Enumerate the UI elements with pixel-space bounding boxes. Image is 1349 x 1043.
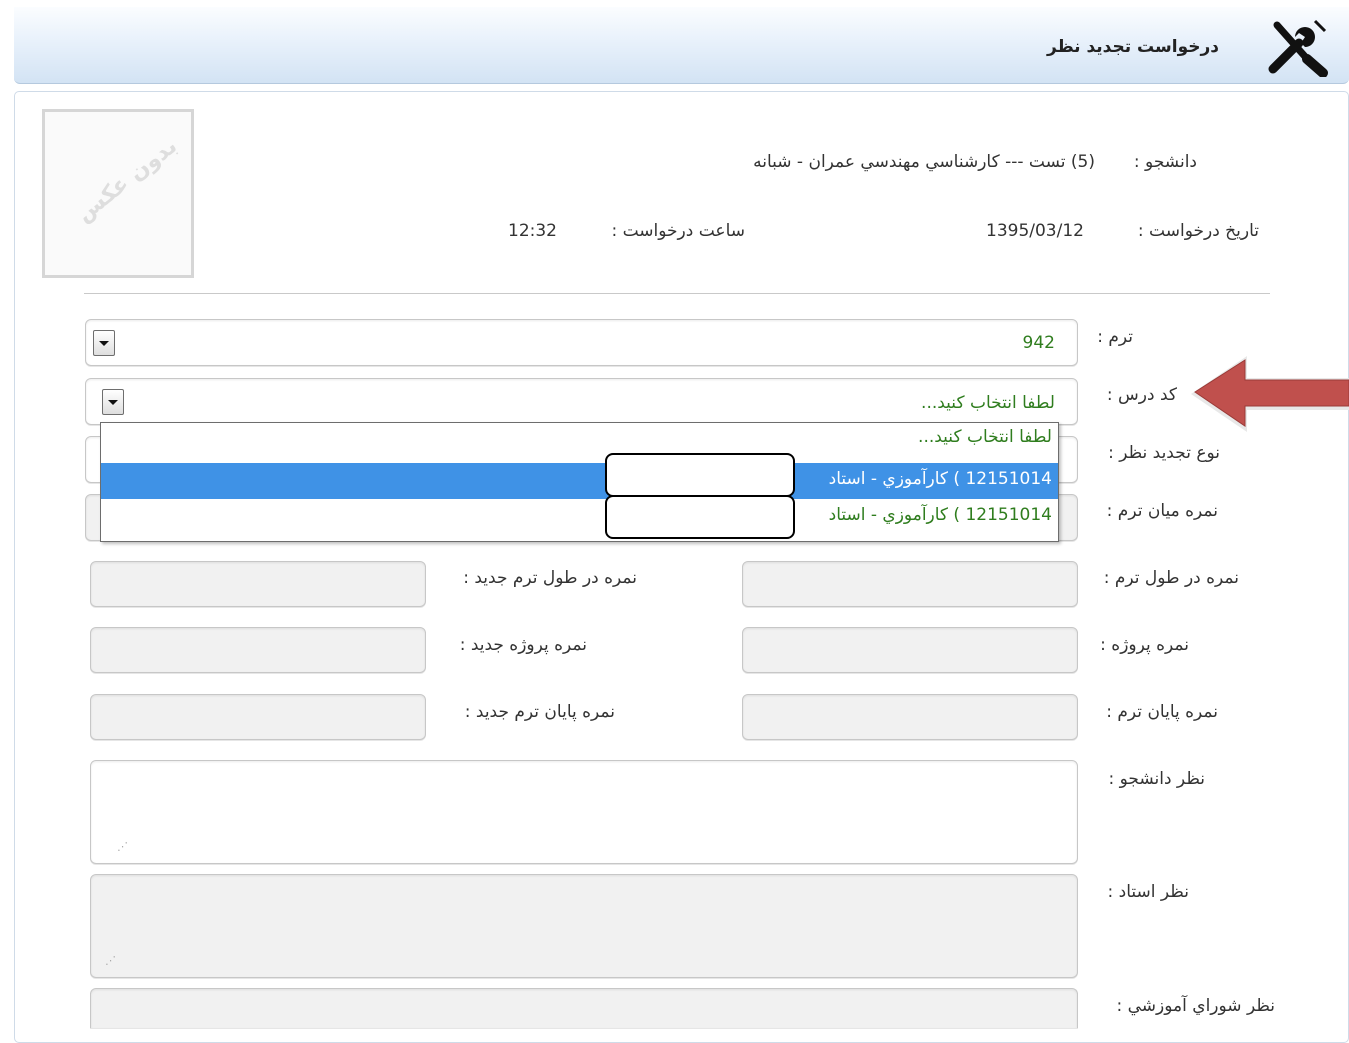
page-title: درخواست تجدید نظر [1047,37,1219,57]
review-type-label: نوع تجدید نظر : [1108,443,1220,463]
redaction-box [605,453,795,497]
midterm-grade-label: نمره میان ترم : [1106,501,1218,521]
request-time-label: ساعت درخواست : [611,221,745,241]
new-project-grade-field[interactable] [90,627,426,673]
new-during-term-grade-label: نمره در طول ترم جدید : [463,568,637,588]
new-during-term-grade-field[interactable] [90,561,426,607]
annotation-arrow-icon [1191,356,1349,432]
student-photo-placeholder: بدون عکس [42,109,194,278]
divider [84,293,1270,294]
chevron-down-icon[interactable] [102,389,124,415]
tools-icon [1268,19,1328,77]
course-code-select[interactable]: لطفا انتخاب کنید... [85,378,1078,425]
request-date-value: 1395/03/12 [986,221,1084,241]
term-label: ترم : [1097,327,1133,347]
council-opinion-label: نظر شوراي آموزشي : [1116,996,1276,1016]
during-term-grade-field[interactable] [742,561,1078,607]
request-time-value: 12:32 [508,221,557,241]
term-value: 942 [1022,333,1055,353]
request-date-label: تاریخ درخواست : [1137,221,1259,241]
student-label: دانشجو : [1133,152,1197,172]
final-grade-label: نمره پایان ترم : [1106,702,1218,722]
course-code-label: کد درس : [1106,385,1177,405]
resize-handle-icon[interactable]: ⋰ [105,954,116,967]
new-final-grade-field[interactable] [90,694,426,740]
council-opinion-textarea[interactable] [90,988,1078,1028]
student-opinion-textarea[interactable]: ⋰ [90,760,1078,864]
new-project-grade-label: نمره پروژه جدید : [459,635,587,655]
page-header: درخواست تجدید نظر [14,7,1349,84]
redaction-box [605,495,795,539]
new-final-grade-label: نمره پایان ترم جدید : [464,702,615,722]
during-term-grade-label: نمره در طول ترم : [1103,568,1239,588]
resize-handle-icon[interactable]: ⋰ [117,840,128,853]
chevron-down-icon[interactable] [93,330,115,356]
student-opinion-label: نظر دانشجو : [1108,769,1205,789]
dropdown-option-selected[interactable]: 12151014 ) کارآموزي - استاد [101,463,1058,499]
professor-opinion-textarea[interactable]: ⋰ [90,874,1078,978]
professor-opinion-label: نظر استاد : [1107,882,1189,902]
dropdown-option[interactable]: لطفا انتخاب کنید... [101,423,1058,459]
course-code-value: لطفا انتخاب کنید... [921,393,1055,413]
project-grade-field[interactable] [742,627,1078,673]
term-select[interactable]: 942 [85,319,1078,366]
final-grade-field[interactable] [742,694,1078,740]
project-grade-label: نمره پروژه : [1100,635,1189,655]
dropdown-option[interactable]: 12151014 ) کارآموزي - استاد [101,501,1058,537]
course-code-dropdown-list[interactable]: لطفا انتخاب کنید... 12151014 ) کارآموزي … [100,422,1059,542]
student-value: (5) تست --- کارشناسي مهندسي عمران - شبان… [753,152,1095,172]
no-photo-text: بدون عکس [72,133,182,228]
